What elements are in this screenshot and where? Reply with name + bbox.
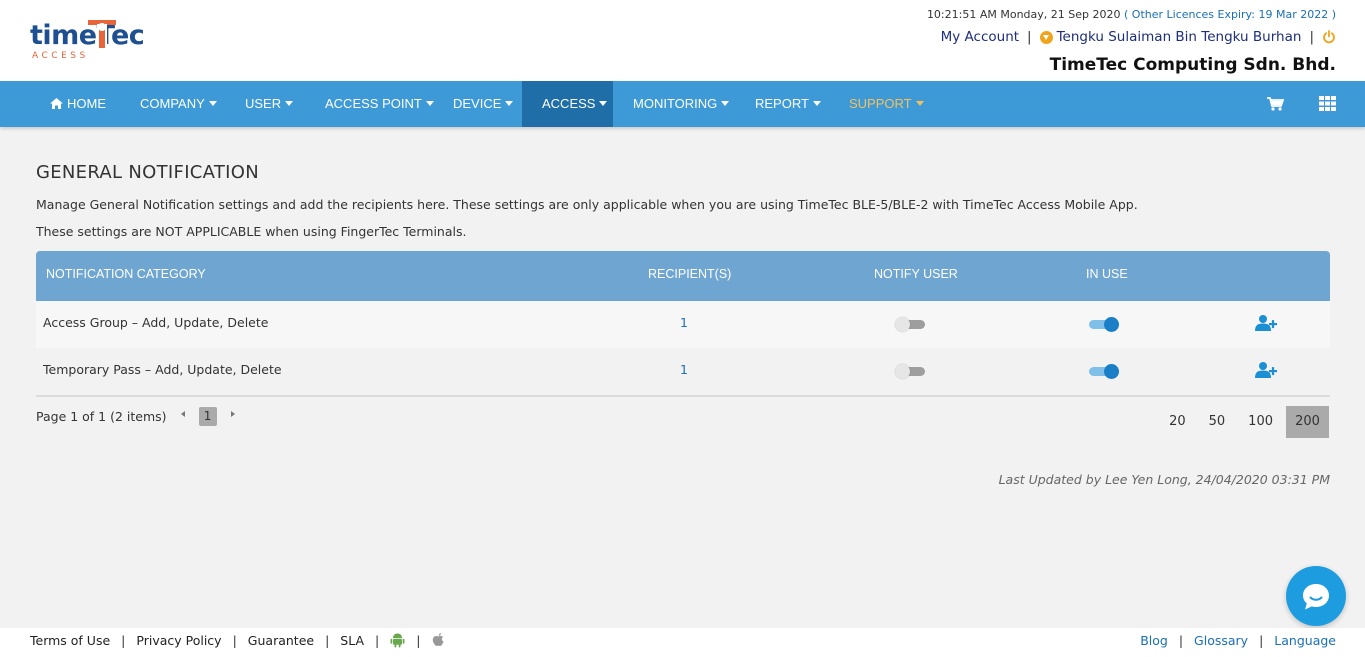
last-updated-text: Last Updated by Lee Yen Long, 24/04/2020… (998, 472, 1330, 487)
chat-bubble-icon (1303, 584, 1329, 610)
table-header: NOTIFICATION CATEGORY RECIPIENT(S) NOTIF… (36, 251, 1330, 301)
account-info: 10:21:51 AM Monday, 21 Sep 2020 ( Other … (926, 8, 1336, 75)
my-account-link[interactable]: My Account (941, 29, 1019, 45)
caret-down-icon (285, 101, 294, 106)
guarantee-link[interactable]: Guarantee (248, 633, 314, 648)
nav-user[interactable]: USER (225, 81, 313, 127)
nav-home[interactable]: HOME (30, 81, 126, 127)
pager-info: Page 1 of 1 (2 items) (36, 408, 167, 424)
sla-link[interactable]: SLA (340, 633, 364, 648)
description-text: Manage General Notification settings and… (36, 197, 1138, 212)
page-size-100[interactable]: 100 (1238, 406, 1283, 438)
nav-access-point[interactable]: ACCESS POINT (305, 81, 454, 127)
in-use-toggle[interactable] (1089, 364, 1119, 379)
page-size-200[interactable]: 200 (1286, 406, 1329, 438)
nav-support[interactable]: SUPPORT (829, 81, 944, 127)
recipients-link[interactable]: 1 (676, 348, 692, 395)
nav-company[interactable]: COMPANY (120, 81, 237, 127)
licence-expiry-link[interactable]: ( Other Licences Expiry: 19 Mar 2022 ) (1124, 8, 1336, 21)
page-size-selector: 20 50 100 200 (1156, 406, 1329, 438)
in-use-toggle[interactable] (1089, 317, 1119, 332)
cart-icon[interactable] (1267, 96, 1284, 112)
company-name: TimeTec Computing Sdn. Bhd. (1049, 55, 1336, 75)
nav-report[interactable]: REPORT (735, 81, 841, 127)
nav-monitoring[interactable]: MONITORING (613, 81, 749, 127)
main-nav: HOME COMPANY USER ACCESS POINT DEVICE AC… (0, 81, 1365, 127)
col-recipients: RECIPIENT(S) (648, 267, 732, 281)
page-size-20[interactable]: 20 (1159, 406, 1196, 438)
apple-icon[interactable] (431, 632, 446, 648)
nav-access[interactable]: ACCESS (522, 81, 613, 127)
datetime-text: 10:21:51 AM Monday, 21 Sep 2020 (926, 8, 1121, 21)
blog-link[interactable]: Blog (1140, 633, 1168, 648)
col-notification-category: NOTIFICATION CATEGORY (46, 267, 206, 281)
page-title: GENERAL NOTIFICATION (36, 162, 260, 183)
pager: Page 1 of 1 (2 items) 1 (36, 406, 249, 426)
add-recipient-icon[interactable] (1255, 314, 1277, 332)
col-in-use: IN USE (1086, 267, 1128, 281)
caret-down-icon (721, 101, 730, 106)
table-bottom-border (36, 395, 1330, 397)
chat-button[interactable] (1286, 566, 1346, 626)
col-notify-user: NOTIFY USER (874, 267, 958, 281)
category-cell: Temporary Pass – Add, Update, Delete (43, 362, 282, 377)
notify-user-toggle[interactable] (895, 317, 925, 332)
timetec-access-logo[interactable]: timeTec ACCESS (30, 18, 145, 64)
page-button[interactable]: 1 (198, 406, 217, 426)
caret-down-icon (505, 101, 514, 106)
footer: Terms of Use | Privacy Policy | Guarante… (0, 628, 1365, 657)
caret-down-icon (915, 101, 924, 106)
category-cell: Access Group – Add, Update, Delete (43, 315, 269, 330)
user-dropdown-icon[interactable] (1039, 30, 1053, 44)
table-row: Access Group – Add, Update, Delete 1 (36, 301, 1330, 348)
next-page-icon[interactable] (230, 411, 235, 417)
android-icon[interactable] (390, 632, 405, 648)
home-icon (50, 98, 63, 109)
notify-user-toggle[interactable] (895, 364, 925, 379)
caret-down-icon (599, 101, 608, 106)
nav-device[interactable]: DEVICE (433, 81, 533, 127)
prev-page-icon[interactable] (180, 411, 185, 417)
table-row: Temporary Pass – Add, Update, Delete 1 (36, 348, 1330, 395)
logo-key-icon (88, 20, 116, 48)
privacy-policy-link[interactable]: Privacy Policy (136, 633, 221, 648)
terms-of-use-link[interactable]: Terms of Use (30, 633, 110, 648)
logout-power-icon[interactable] (1322, 30, 1336, 44)
user-name-link[interactable]: Tengku Sulaiman Bin Tengku Burhan (1057, 29, 1302, 45)
grid-apps-icon[interactable] (1319, 96, 1336, 111)
caret-down-icon (208, 101, 217, 106)
header: timeTec ACCESS 10:21:51 AM Monday, 21 Se… (0, 0, 1365, 81)
notification-table: NOTIFICATION CATEGORY RECIPIENT(S) NOTIF… (36, 251, 1330, 397)
caret-down-icon (812, 101, 821, 106)
page-size-50[interactable]: 50 (1199, 406, 1236, 438)
language-link[interactable]: Language (1274, 633, 1336, 648)
description-note: These settings are NOT APPLICABLE when u… (36, 224, 467, 239)
recipients-link[interactable]: 1 (676, 301, 692, 348)
glossary-link[interactable]: Glossary (1194, 633, 1248, 648)
datetime-line: 10:21:51 AM Monday, 21 Sep 2020 ( Other … (927, 8, 1336, 22)
add-recipient-icon[interactable] (1255, 361, 1277, 379)
